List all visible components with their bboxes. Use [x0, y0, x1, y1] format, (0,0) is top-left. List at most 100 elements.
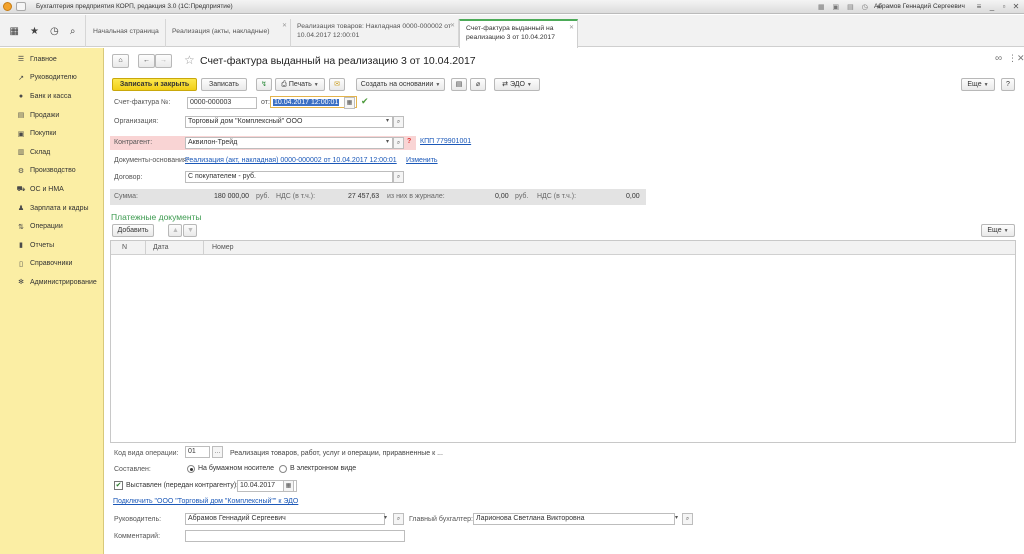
sidebar-item-bank[interactable]: ● Банк и касса: [0, 87, 103, 106]
post-icon[interactable]: ↯: [256, 78, 272, 91]
issued-checkbox[interactable]: ✔: [114, 481, 123, 490]
select-icon[interactable]: …: [212, 446, 223, 458]
sidebar-item-purchases[interactable]: ▣ Покупки: [0, 124, 103, 143]
accountant-field[interactable]: Ларионова Светлана Викторовна: [473, 513, 675, 525]
close-icon[interactable]: ✕: [569, 24, 574, 33]
move-up-icon[interactable]: ▲: [168, 224, 182, 237]
edo-button[interactable]: ⇄ ЭДО ▼: [494, 78, 540, 91]
sidebar-item-sales[interactable]: ▤ Продажи: [0, 106, 103, 125]
forward-button[interactable]: →: [155, 54, 172, 68]
move-down-icon[interactable]: ▼: [183, 224, 197, 237]
app-logo-icon: [3, 2, 12, 11]
close-icon[interactable]: ✕: [282, 22, 287, 31]
sidebar-item-operations[interactable]: ⇅ Операции: [0, 217, 103, 236]
open-icon[interactable]: ⌕: [393, 137, 404, 149]
sum-label: Сумма:: [114, 193, 138, 200]
sidebar-item-admin[interactable]: ✻ Администрирование: [0, 273, 103, 292]
print-button[interactable]: ⎙ Печать ▼: [275, 78, 325, 91]
sidebar-item-salary[interactable]: ♟ Зарплата и кадры: [0, 199, 103, 218]
search-icon[interactable]: ⌕: [70, 26, 76, 37]
open-icon[interactable]: ⌕: [393, 116, 404, 128]
electronic-option-label[interactable]: В электронном виде: [290, 465, 356, 472]
more-label: Еще: [967, 81, 982, 88]
reports-icon: ▮: [19, 242, 23, 250]
save-button[interactable]: Записать: [201, 78, 247, 91]
invoice-date-value: 10.04.2017 12:00:01: [273, 99, 340, 106]
base-docs-link[interactable]: Реализация (акт, накладная) 0000-000002 …: [185, 157, 397, 164]
contractor-field[interactable]: Аквилон-Трейд: [185, 137, 393, 149]
electronic-radio[interactable]: [279, 465, 287, 473]
sidebar-item-reports[interactable]: ▮ Отчеты: [0, 236, 103, 255]
table-more-button[interactable]: Еще ▼: [981, 224, 1015, 237]
column-date[interactable]: Дата: [153, 244, 169, 251]
chevron-down-icon[interactable]: ▾: [382, 116, 393, 128]
star-icon[interactable]: ★: [30, 26, 39, 37]
open-icon[interactable]: ⌕: [393, 513, 404, 525]
window-title: Бухгалтерия предприятия КОРП, редакция 3…: [36, 3, 233, 10]
op-code-description: Реализация товаров, работ, услуг и опера…: [230, 450, 443, 457]
chevron-down-icon[interactable]: ▾: [380, 513, 391, 525]
sidebar-item-warehouse[interactable]: ▥ Склад: [0, 143, 103, 162]
add-button[interactable]: Добавить: [112, 224, 154, 237]
head-field[interactable]: Абрамов Геннадий Сергеевич: [185, 513, 385, 525]
sidebar-item-director[interactable]: ↗ Руководителю: [0, 69, 103, 88]
op-code-field[interactable]: 01: [185, 446, 210, 458]
more-vertical-icon[interactable]: ⋮: [1008, 53, 1017, 64]
paper-option-label[interactable]: На бумажном носителе: [198, 465, 274, 472]
chevron-down-icon[interactable]: ▾: [671, 513, 682, 525]
menu-icon[interactable]: [16, 2, 26, 11]
back-button[interactable]: ←: [138, 54, 155, 68]
organization-field[interactable]: Торговый дом "Комплексный" ООО: [185, 116, 393, 128]
more-button[interactable]: Еще ▼: [961, 78, 995, 91]
favorite-star-icon[interactable]: ☆: [184, 53, 195, 67]
open-icon[interactable]: ⌕: [682, 513, 693, 525]
people-icon: ♟: [17, 205, 25, 213]
restore-icon[interactable]: ▫: [999, 2, 1009, 11]
contractor-label: Контрагент:: [114, 139, 153, 146]
tab-invoice[interactable]: Счет-фактура выданный на реализацию 3 от…: [459, 19, 578, 48]
edo-icon: ⇄: [502, 81, 510, 88]
sidebar-item-assets[interactable]: ⛟ ОС и НМА: [0, 180, 103, 199]
payments-section-title: Платежные документы: [111, 212, 202, 222]
help-button[interactable]: ?: [1001, 78, 1015, 91]
kpp-link[interactable]: КПП 779901001: [420, 138, 471, 145]
tab-home[interactable]: Начальная страница: [87, 19, 166, 47]
column-number[interactable]: Номер: [212, 244, 234, 251]
sidebar-item-production[interactable]: ⚙ Производство: [0, 162, 103, 181]
close-icon[interactable]: ✕: [450, 22, 455, 31]
report-icon[interactable]: ▤: [451, 78, 467, 91]
currency-label: руб.: [515, 193, 529, 200]
settings-icon[interactable]: ≡: [974, 2, 984, 11]
organization-label: Организация:: [114, 118, 159, 125]
close-icon[interactable]: ✕: [1017, 53, 1024, 64]
edo-connect-link[interactable]: Подключить "ООО "Торговый дом "Комплексн…: [113, 498, 298, 505]
column-n[interactable]: N: [122, 244, 127, 251]
calendar-icon[interactable]: ▦: [283, 480, 294, 492]
sidebar-item-main[interactable]: ☰ Главное: [0, 50, 103, 69]
paper-radio[interactable]: [187, 465, 195, 473]
change-link[interactable]: Изменить: [406, 157, 438, 164]
mail-icon[interactable]: ✉: [329, 78, 345, 91]
tab-sales-doc[interactable]: Реализация товаров: Накладная 0000-00000…: [291, 19, 459, 47]
close-icon[interactable]: ✕: [1011, 2, 1021, 11]
comment-field[interactable]: [185, 530, 405, 542]
home-button[interactable]: ⌂: [112, 54, 129, 68]
apps-grid-icon[interactable]: ▦: [10, 26, 19, 37]
minimize-icon[interactable]: _: [987, 2, 997, 11]
calendar-icon[interactable]: ▦: [344, 97, 355, 109]
invoice-number-field[interactable]: 0000-000003: [187, 97, 257, 109]
attach-icon[interactable]: ⌀: [470, 78, 486, 91]
chevron-down-icon[interactable]: ▾: [382, 137, 393, 149]
chevron-down-icon: ▼: [983, 82, 989, 88]
current-user[interactable]: Абрамов Геннадий Сергеевич: [874, 3, 965, 10]
open-icon[interactable]: ⌕: [393, 171, 404, 183]
sidebar-item-catalogs[interactable]: ▯ Справочники: [0, 255, 103, 274]
create-based-button[interactable]: Создать на основании ▼: [356, 78, 445, 91]
contract-field[interactable]: С покупателем - руб.: [185, 171, 393, 183]
payments-table[interactable]: N Дата Номер: [110, 240, 1016, 443]
save-and-close-button[interactable]: Записать и закрыть: [112, 78, 197, 91]
history-icon[interactable]: ◷: [50, 26, 59, 37]
issued-label[interactable]: Выставлен (передан контрагенту):: [126, 482, 238, 489]
tab-sales-list[interactable]: Реализация (акты, накладные) ✕: [166, 19, 291, 47]
link-icon[interactable]: ∞: [995, 53, 1002, 64]
